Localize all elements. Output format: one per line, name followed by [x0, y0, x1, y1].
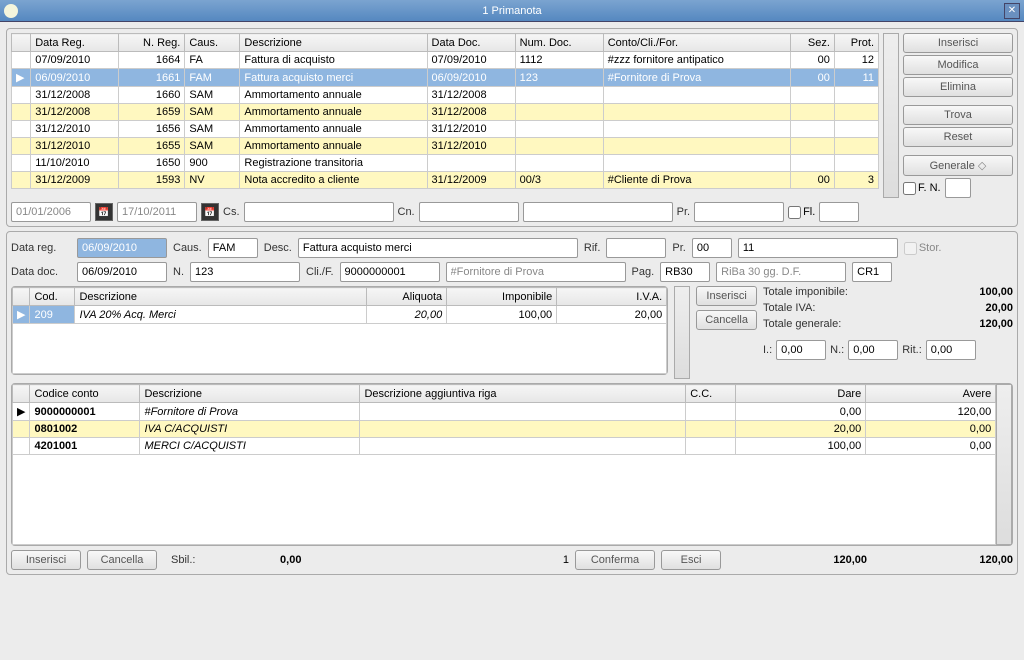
- tot-avere: 120,00: [873, 554, 1013, 566]
- totimp-label: Totale imponibile:: [763, 286, 848, 298]
- totiva-label: Totale IVA:: [763, 302, 815, 314]
- table-row[interactable]: 31/12/20081659SAM Ammortamento annuale31…: [12, 104, 879, 121]
- date-to-input[interactable]: [117, 202, 197, 222]
- table-row[interactable]: 31/12/20101655SAM Ammortamento annuale31…: [12, 138, 879, 155]
- table-row[interactable]: 31/12/20101656SAM Ammortamento annuale31…: [12, 121, 879, 138]
- clif-input[interactable]: [340, 262, 440, 282]
- scrollbar[interactable]: [674, 286, 690, 379]
- pag-label: Pag.: [632, 266, 655, 278]
- trova-button[interactable]: Trova: [903, 105, 1013, 125]
- close-icon[interactable]: ✕: [1004, 3, 1020, 19]
- datareg-input[interactable]: [77, 238, 167, 258]
- reset-button[interactable]: Reset: [903, 127, 1013, 147]
- clif-label: Cli./F.: [306, 266, 334, 278]
- table-row[interactable]: 4201001MERCI C/ACQUISTI100,000,00: [13, 438, 996, 455]
- pr-label: Pr.: [672, 242, 685, 254]
- col-header[interactable]: Data Reg.: [31, 34, 119, 52]
- caus-label: Caus.: [173, 242, 202, 254]
- col-header[interactable]: Prot.: [834, 34, 878, 52]
- rit-input[interactable]: [926, 340, 976, 360]
- pr-label: Pr.: [677, 206, 690, 218]
- i-input[interactable]: [776, 340, 826, 360]
- app-icon: [4, 4, 18, 18]
- calendar-icon[interactable]: 📅: [95, 203, 113, 221]
- stor-checkbox[interactable]: Stor.: [904, 242, 942, 255]
- prot-input[interactable]: [738, 238, 898, 258]
- pag-input[interactable]: [660, 262, 710, 282]
- cs-label: Cs.: [223, 206, 240, 218]
- bottom-inserisci-button[interactable]: Inserisci: [11, 550, 81, 570]
- conferma-button[interactable]: Conferma: [575, 550, 655, 570]
- table-row[interactable]: 0801002IVA C/ACQUISTI20,000,00: [13, 421, 996, 438]
- sbil-value: 0,00: [201, 554, 301, 566]
- iva-inserisci-button[interactable]: Inserisci: [696, 286, 757, 306]
- date-from-input[interactable]: [11, 202, 91, 222]
- table-row[interactable]: 11/10/20101650900 Registrazione transito…: [12, 155, 879, 172]
- col-header[interactable]: N. Reg.: [119, 34, 185, 52]
- modifica-button[interactable]: Modifica: [903, 55, 1013, 75]
- n-input[interactable]: [848, 340, 898, 360]
- conto-table[interactable]: Codice conto Descrizione Descrizione agg…: [12, 384, 996, 545]
- totimp-value: 100,00: [979, 286, 1013, 298]
- pr-input[interactable]: [694, 202, 784, 222]
- elimina-button[interactable]: Elimina: [903, 77, 1013, 97]
- inserisci-button[interactable]: Inserisci: [903, 33, 1013, 53]
- datareg-label: Data reg.: [11, 242, 71, 254]
- caus-input[interactable]: [208, 238, 258, 258]
- clif-desc: [446, 262, 626, 282]
- iva-table[interactable]: Cod. Descrizione Aliquota Imponibile I.V…: [12, 287, 667, 374]
- table-row[interactable]: ▶9000000001#Fornitore di Prova0,00120,00: [13, 403, 996, 421]
- table-row[interactable]: 31/12/20081660SAM Ammortamento annuale31…: [12, 87, 879, 104]
- tot-dare: 120,00: [727, 554, 867, 566]
- calendar-icon[interactable]: 📅: [201, 203, 219, 221]
- generale-combo[interactable]: Generale: [903, 155, 1013, 176]
- pr-input[interactable]: [692, 238, 732, 258]
- table-row[interactable]: 07/09/20101664FA Fattura di acquisto07/0…: [12, 52, 879, 69]
- sbil-label: Sbil.:: [171, 554, 195, 566]
- iva-cancella-button[interactable]: Cancella: [696, 310, 757, 330]
- table-row[interactable]: 31/12/20091593NV Nota accredito a client…: [12, 172, 879, 189]
- col-header[interactable]: Caus.: [185, 34, 240, 52]
- totgen-label: Totale generale:: [763, 318, 841, 330]
- rif-label: Rif.: [584, 242, 601, 254]
- esci-button[interactable]: Esci: [661, 550, 721, 570]
- totiva-value: 20,00: [985, 302, 1013, 314]
- scrollbar[interactable]: [996, 384, 1012, 545]
- cn-input[interactable]: [419, 202, 519, 222]
- cr-input[interactable]: [852, 262, 892, 282]
- count-value: 1: [529, 554, 569, 566]
- fl-checkbox[interactable]: Fl.: [788, 206, 815, 219]
- n-input[interactable]: [190, 262, 300, 282]
- desc-label: Desc.: [264, 242, 292, 254]
- cs-input[interactable]: [244, 202, 394, 222]
- col-header[interactable]: Descrizione: [240, 34, 427, 52]
- bottom-cancella-button[interactable]: Cancella: [87, 550, 157, 570]
- pag-desc: [716, 262, 846, 282]
- rif-input[interactable]: [606, 238, 666, 258]
- col-header[interactable]: Conto/Cli./For.: [603, 34, 790, 52]
- scrollbar[interactable]: [883, 33, 899, 198]
- cn-label: Cn.: [398, 206, 415, 218]
- registrazioni-table[interactable]: Data Reg.N. Reg.Caus.DescrizioneData Doc…: [11, 33, 879, 189]
- col-header[interactable]: Data Doc.: [427, 34, 515, 52]
- col-header[interactable]: Num. Doc.: [515, 34, 603, 52]
- titlebar: 1 Primanota ✕: [0, 0, 1024, 22]
- datadoc-label: Data doc.: [11, 266, 71, 278]
- desc-input[interactable]: [298, 238, 578, 258]
- n-label: N.: [173, 266, 184, 278]
- col-header[interactable]: Sez.: [790, 34, 834, 52]
- fl-input[interactable]: [819, 202, 859, 222]
- datadoc-input[interactable]: [77, 262, 167, 282]
- cn-input2[interactable]: [523, 202, 673, 222]
- fn-checkbox[interactable]: F. N.: [903, 178, 1013, 198]
- table-row[interactable]: ▶ 06/09/20101661FAM Fattura acquisto mer…: [12, 69, 879, 87]
- window-title: 1 Primanota: [482, 5, 541, 17]
- totgen-value: 120,00: [979, 318, 1013, 330]
